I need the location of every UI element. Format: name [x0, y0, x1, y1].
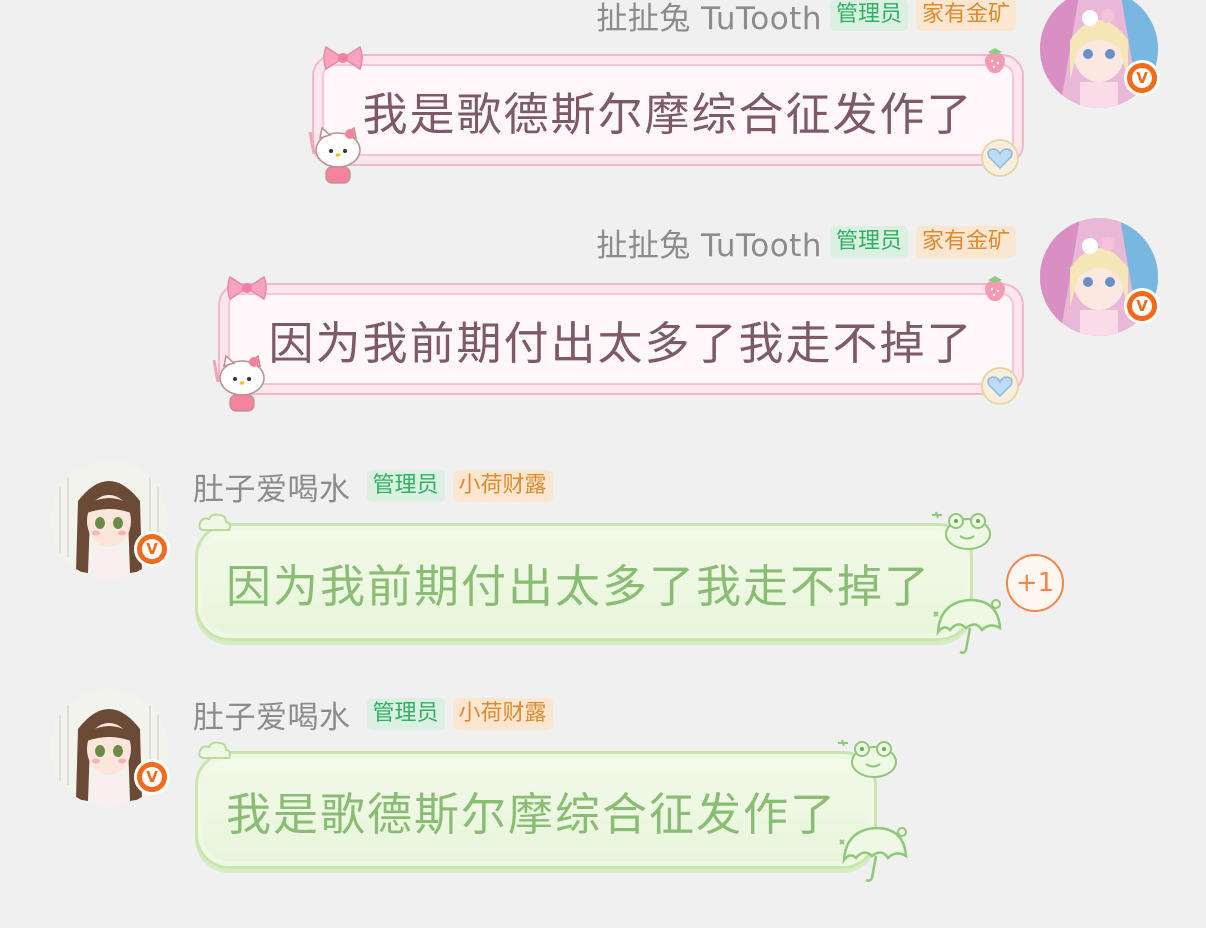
verified-badge-icon: V: [134, 759, 170, 795]
admin-tag: 管理员: [366, 698, 445, 730]
message-header: 扯扯兔 TuTooth 管理员 家有金矿: [596, 0, 1016, 37]
title-tag: 家有金矿: [915, 0, 1016, 31]
title-tag: 小荷财露: [452, 698, 553, 730]
kitty-icon: [308, 126, 361, 184]
heart-charm-icon: [981, 367, 1019, 405]
user-avatar[interactable]: V: [50, 461, 170, 579]
message-text: 因为我前期付出太多了我走不掉了: [226, 559, 932, 613]
verified-badge-icon: V: [1124, 288, 1160, 324]
heart-charm-icon: [981, 139, 1019, 177]
message-text: 我是歌德斯尔摩综合征发作了: [362, 87, 974, 141]
user-avatar[interactable]: V: [1040, 218, 1160, 336]
user-avatar[interactable]: V: [1040, 0, 1160, 108]
verified-badge-icon: V: [134, 531, 170, 567]
user-avatar[interactable]: V: [50, 689, 170, 807]
sender-name[interactable]: 扯扯兔 TuTooth: [596, 0, 822, 38]
bow-icon: [323, 45, 363, 71]
sender-name[interactable]: 肚子爱喝水: [193, 464, 351, 509]
plus-one-button[interactable]: +1: [1006, 554, 1064, 612]
sender-name[interactable]: 扯扯兔 TuTooth: [596, 220, 822, 265]
message-bubble[interactable]: 我是歌德斯尔摩综合征发作了: [312, 54, 1024, 166]
message-header: 肚子爱喝水 管理员 小荷财露: [193, 696, 553, 736]
cloud-icon: [198, 513, 231, 531]
message-text: 我是歌德斯尔摩综合征发作了: [226, 787, 838, 841]
frog-icon: [838, 739, 897, 778]
umbrella-icon: [839, 826, 908, 882]
message-bubble[interactable]: 因为我前期付出太多了我走不掉了: [195, 523, 973, 641]
strawberry-icon: [985, 48, 1005, 74]
strawberry-icon: [985, 276, 1005, 302]
verified-badge-icon: V: [1124, 60, 1160, 96]
bow-icon: [227, 275, 267, 301]
admin-tag: 管理员: [829, 226, 908, 258]
umbrella-icon: [933, 598, 1002, 654]
cloud-icon: [198, 741, 231, 759]
message-bubble[interactable]: 我是歌德斯尔摩综合征发作了: [195, 751, 877, 869]
sender-name[interactable]: 肚子爱喝水: [193, 692, 351, 737]
frog-icon: [932, 511, 991, 550]
message-header: 扯扯兔 TuTooth 管理员 家有金矿: [596, 224, 1016, 264]
title-tag: 小荷财露: [452, 470, 553, 502]
admin-tag: 管理员: [366, 470, 445, 502]
admin-tag: 管理员: [829, 0, 908, 31]
title-tag: 家有金矿: [915, 226, 1016, 258]
message-text: 因为我前期付出太多了我走不掉了: [268, 316, 974, 370]
message-header: 肚子爱喝水 管理员 小荷财露: [193, 468, 553, 508]
kitty-icon: [212, 354, 265, 412]
message-bubble[interactable]: 因为我前期付出太多了我走不掉了: [218, 283, 1024, 395]
